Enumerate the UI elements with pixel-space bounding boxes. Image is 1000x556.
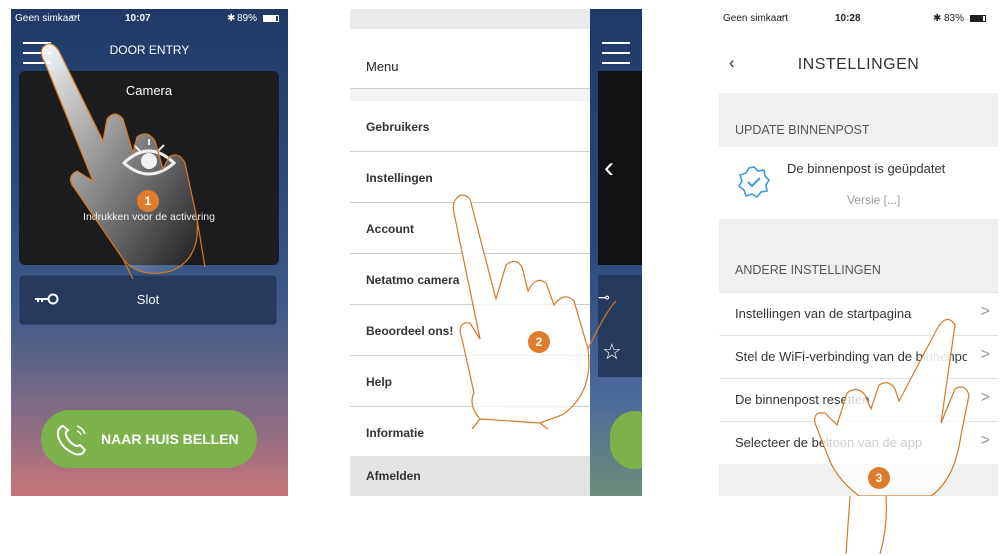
wifi-icon: ◠: [780, 13, 788, 23]
menu-item-informatie[interactable]: Informatie: [350, 407, 590, 458]
hamburger-menu-icon[interactable]: [602, 42, 630, 64]
chevron-right-icon: >: [980, 432, 990, 449]
status-bar: [350, 9, 590, 29]
logout-button[interactable]: Afmelden: [350, 456, 590, 496]
chevron-left-icon[interactable]: ‹: [604, 151, 614, 185]
lock-label: Slot: [136, 292, 160, 307]
hand-wrist-outline: [845, 496, 887, 555]
menu-item-account[interactable]: Account: [350, 203, 590, 254]
lock-button[interactable]: Slot: [19, 275, 277, 325]
section-header-update: UPDATE BINNENPOST: [735, 123, 870, 137]
menu-item-gebruikers[interactable]: Gebruikers: [350, 101, 590, 152]
phone-icon: [56, 424, 87, 456]
camera-label: Camera: [125, 83, 173, 98]
key-icon: ⊸: [598, 289, 610, 305]
battery-percent: 89%: [237, 13, 258, 24]
update-badge-icon: [737, 166, 771, 199]
settings-row-label: Selecteer de beltoon van de app: [735, 435, 923, 450]
settings-row-homepage[interactable]: Instellingen van de startpagina >: [719, 292, 998, 335]
side-menu: Menu Gebruikers Instellingen Account Net…: [350, 9, 590, 496]
door-entry-screen: Geen simkaart ◠ 10:07 ✱ 89% DOOR ENTRY C…: [11, 9, 288, 496]
update-status-card: De binnenpost is geüpdatet Versie [...]: [719, 147, 998, 219]
bluetooth-icon: ✱: [227, 13, 236, 24]
call-home-button[interactable]: NAAR HUIS BELLEN: [41, 410, 257, 468]
menu-title: Menu: [350, 29, 590, 89]
menu-item-help[interactable]: Help: [350, 356, 590, 407]
settings-screen: Geen simkaart ◠ 10:28 ✱ 83% ‹ INSTELLING…: [719, 9, 998, 496]
lock-panel-partial: ⊸ ☆: [598, 275, 642, 377]
battery-icon: [263, 15, 279, 22]
settings-row-label: Stel de WiFi-verbinding van de binnenpos…: [735, 349, 967, 364]
battery-percent: 83%: [944, 13, 965, 24]
step-badge: 3: [868, 467, 890, 489]
call-home-label: NAAR HUIS BELLEN: [101, 431, 239, 447]
clock: 10:07: [125, 13, 151, 24]
menu-item-netatmo-camera[interactable]: Netatmo camera: [350, 254, 590, 305]
clock: 10:28: [835, 13, 861, 24]
navigation-header: ‹ INSTELLINGEN: [719, 29, 998, 93]
step-badge: 2: [528, 331, 550, 353]
update-status-text: De binnenpost is geüpdatet: [787, 161, 946, 176]
settings-row-ringtone[interactable]: Selecteer de beltoon van de app >: [719, 421, 998, 464]
step-badge: 1: [137, 190, 159, 212]
status-bar: Geen simkaart ◠ 10:07 ✱ 89%: [11, 9, 288, 29]
star-icon[interactable]: ☆: [602, 339, 622, 365]
camera-panel[interactable]: Camera Indrukken voor de activering: [19, 71, 279, 265]
call-button-partial[interactable]: [610, 411, 642, 469]
page-title: INSTELLINGEN: [797, 56, 920, 73]
battery-icon: [970, 15, 986, 22]
version-text: Versie [...]: [847, 193, 901, 207]
section-header-other: ANDERE INSTELLINGEN: [735, 263, 881, 277]
settings-row-wifi[interactable]: Stel de WiFi-verbinding van de binnenpos…: [719, 335, 998, 378]
settings-row-label: Instellingen van de startpagina: [735, 306, 912, 321]
settings-row-reset[interactable]: De binnenpost resetten >: [719, 378, 998, 421]
chevron-right-icon: >: [980, 389, 990, 406]
menu-screen: ‹ ⊸ ☆ Menu Gebruikers Instellingen Accou…: [350, 9, 642, 496]
carrier-label: Geen simkaart: [723, 13, 789, 24]
background-home-screen: ‹ ⊸ ☆: [590, 9, 642, 496]
activation-hint: Indrukken voor de activering: [83, 211, 215, 223]
eye-icon: [122, 139, 176, 176]
page-title: DOOR ENTRY: [109, 43, 190, 57]
settings-row-label: De binnenpost resetten: [735, 392, 870, 407]
menu-item-beoordeel[interactable]: Beoordeel ons!: [350, 305, 590, 356]
menu-item-instellingen[interactable]: Instellingen: [350, 152, 590, 203]
bluetooth-icon: ✱: [933, 13, 942, 24]
status-bar: Geen simkaart ◠ 10:28 ✱ 83%: [719, 9, 998, 29]
tutorial-illustration: Geen simkaart ◠ 10:07 ✱ 89% DOOR ENTRY C…: [0, 0, 1000, 556]
wifi-icon: ◠: [70, 13, 78, 23]
chevron-right-icon: >: [980, 303, 990, 320]
chevron-right-icon: >: [980, 346, 990, 363]
